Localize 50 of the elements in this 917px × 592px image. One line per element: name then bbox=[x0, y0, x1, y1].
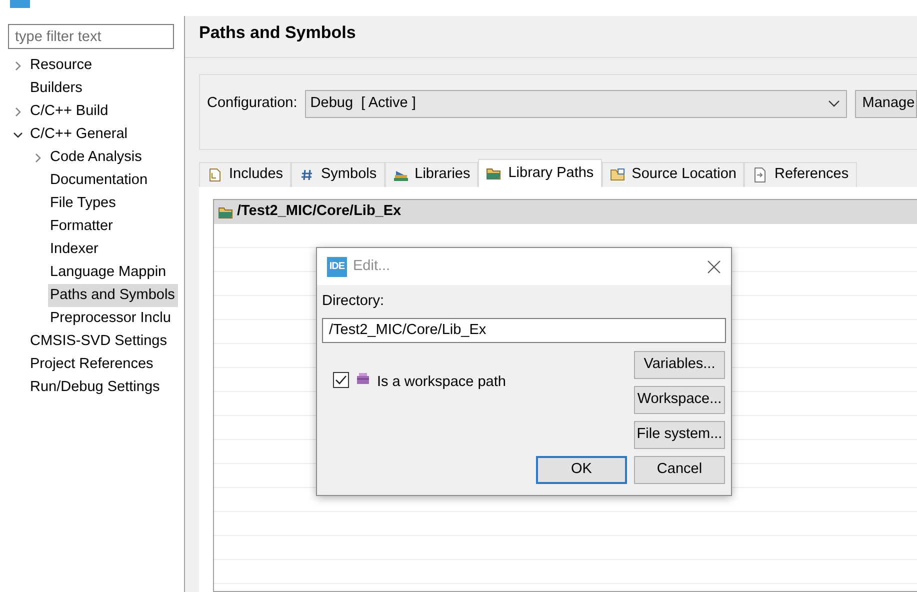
tab[interactable]: Includes bbox=[199, 162, 292, 187]
document-icon bbox=[752, 167, 768, 183]
tab[interactable]: Library Paths bbox=[478, 159, 602, 187]
document-icon bbox=[207, 167, 223, 183]
folder-icon bbox=[486, 166, 502, 182]
tree-item[interactable]: Resource bbox=[28, 54, 96, 78]
filter-field[interactable]: type filter text bbox=[8, 24, 174, 49]
configuration-dropdown[interactable]: Debug [ Active ] bbox=[305, 90, 848, 118]
chevron-right-icon[interactable] bbox=[13, 60, 23, 70]
tree-item[interactable]: Language Mappin bbox=[48, 260, 170, 284]
chevron-right-icon[interactable] bbox=[33, 152, 43, 162]
tree-item[interactable]: Documentation bbox=[48, 168, 151, 192]
manage-button[interactable]: Manage bbox=[855, 90, 917, 118]
workspace-checkbox[interactable] bbox=[333, 372, 349, 388]
path-row[interactable]: /Test2_MIC/Core/Lib_Ex bbox=[214, 200, 917, 224]
dialog-button[interactable]: Variables... bbox=[634, 350, 725, 379]
directory-label: Directory: bbox=[322, 292, 386, 311]
directory-field[interactable]: /Test2_MIC/Core/Lib_Ex bbox=[322, 318, 726, 343]
tab[interactable]: Symbols bbox=[291, 162, 385, 187]
tree-item[interactable]: Run/Debug Settings bbox=[28, 376, 163, 400]
tree-item[interactable]: Indexer bbox=[48, 238, 102, 262]
dialog-button[interactable]: Workspace... bbox=[634, 386, 725, 414]
tree-item[interactable]: C/C++ Build bbox=[28, 100, 112, 124]
chevron-down-icon bbox=[828, 100, 840, 108]
app-logo: IDE bbox=[327, 256, 347, 276]
tree-item[interactable]: Project References bbox=[28, 352, 156, 376]
window-icon bbox=[10, 0, 30, 8]
tab[interactable]: References bbox=[744, 162, 857, 187]
chevron-right-icon[interactable] bbox=[13, 106, 23, 116]
tree-item[interactable]: C/C++ General bbox=[28, 122, 131, 146]
dialog-title: Edit... bbox=[353, 256, 392, 276]
close-icon[interactable] bbox=[707, 260, 721, 274]
tree-item[interactable]: Preprocessor Inclu bbox=[48, 306, 174, 330]
chevron-down-icon[interactable] bbox=[13, 130, 23, 140]
tree-item[interactable]: Paths and Symbols bbox=[48, 284, 178, 308]
tree-item[interactable]: Builders bbox=[28, 76, 86, 100]
page-title: Paths and Symbols bbox=[199, 23, 356, 42]
tab[interactable]: Source Location bbox=[602, 162, 744, 187]
tree-item[interactable]: CMSIS-SVD Settings bbox=[28, 330, 170, 354]
folder-icon bbox=[218, 205, 234, 219]
cancel-button[interactable]: Cancel bbox=[634, 456, 725, 484]
tree-item[interactable]: Code Analysis bbox=[48, 146, 145, 170]
dialog-button[interactable]: File system... bbox=[634, 420, 725, 449]
tree-item[interactable]: Formatter bbox=[48, 214, 116, 238]
configuration-label: Configuration: bbox=[207, 94, 298, 114]
ok-button[interactable]: OK bbox=[536, 456, 627, 484]
checkbox-label: Is a workspace path bbox=[377, 372, 506, 392]
tree-item[interactable]: File Types bbox=[48, 192, 119, 216]
folder-icon bbox=[610, 167, 626, 183]
tab[interactable]: Libraries bbox=[384, 162, 478, 187]
